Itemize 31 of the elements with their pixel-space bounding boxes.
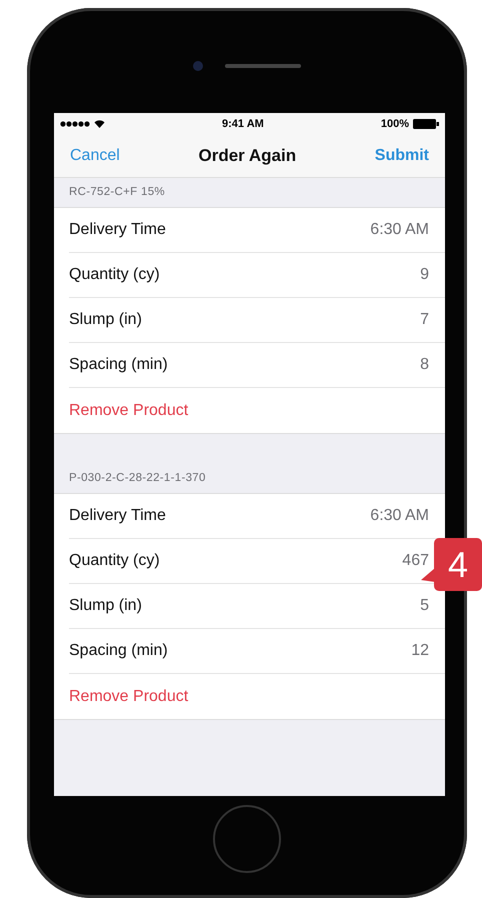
field-value[interactable]: 467 — [402, 549, 429, 573]
field-value[interactable]: 6:30 AM — [370, 218, 429, 242]
status-time: 9:41 AM — [222, 116, 264, 132]
field-label: Delivery Time — [69, 506, 166, 526]
field-value[interactable]: 5 — [420, 594, 429, 618]
field-value[interactable]: 9 — [420, 263, 429, 287]
remove-product-link[interactable]: Remove Product — [69, 398, 188, 422]
battery-percent: 100% — [380, 116, 409, 132]
field-value[interactable]: 6:30 AM — [370, 504, 429, 528]
field-label: Delivery Time — [69, 220, 166, 240]
field-value[interactable]: 12 — [411, 639, 429, 663]
field-label: Quantity (cy) — [69, 265, 160, 285]
field-label: Quantity (cy) — [69, 551, 160, 571]
submit-button[interactable]: Submit — [374, 144, 429, 168]
callout-badge: 4 — [434, 538, 482, 591]
cancel-button[interactable]: Cancel — [70, 144, 120, 168]
home-button[interactable] — [213, 805, 281, 873]
product-code: P-030-2-C-28-22-1-1-370 — [68, 470, 207, 486]
field-label: Spacing (min) — [69, 355, 168, 375]
signal-icon — [60, 121, 90, 127]
field-value[interactable]: 7 — [420, 308, 429, 332]
product-code: RC-752-C+F 15% — [68, 184, 166, 200]
battery-icon — [412, 119, 439, 129]
field-value[interactable]: 8 — [420, 353, 429, 377]
field-label: Spacing (min) — [69, 641, 168, 661]
remove-product-link[interactable]: Remove Product — [69, 684, 188, 708]
field-label: Slump (in) — [69, 596, 142, 616]
wifi-icon — [94, 120, 105, 128]
camera-icon — [193, 60, 203, 70]
screen-title: Order Again — [198, 145, 296, 168]
field-label: Slump (in) — [69, 310, 142, 330]
